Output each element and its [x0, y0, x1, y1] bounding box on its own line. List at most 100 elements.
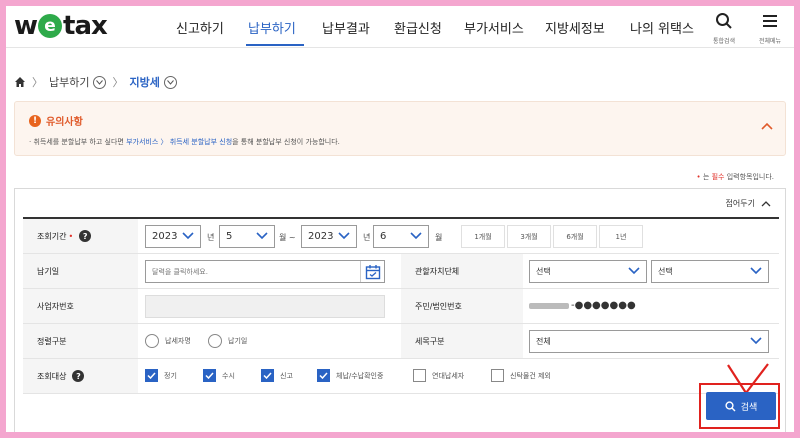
period-3month-button[interactable]: 3개월 — [507, 225, 551, 248]
notice-link-installment[interactable]: 부가서비스 〉 취득세 분할납부 신청 — [126, 138, 232, 146]
checkbox-checked[interactable] — [145, 369, 158, 382]
due-date-label: 납기일 — [23, 254, 138, 288]
tax-item-select[interactable]: 전체 — [529, 330, 769, 353]
chevron-down-icon — [628, 267, 640, 275]
resident-no-suffix: -●●●●●●● — [571, 300, 636, 311]
due-date-input[interactable]: 달력을 클릭하세요. — [145, 260, 385, 283]
target-check-regular[interactable]: 정기 — [145, 369, 177, 382]
jurisdiction-city-value: 선택 — [536, 267, 551, 276]
gnb-item-file[interactable]: 신고하기 — [176, 18, 224, 37]
radio-circle[interactable] — [145, 334, 159, 348]
target-label: 조회대상 ? — [23, 359, 138, 393]
search-button[interactable]: 검색 — [706, 392, 776, 420]
business-no-label: 사업자번호 — [23, 289, 138, 323]
chevron-down-icon — [410, 232, 422, 240]
breadcrumb-level2[interactable]: 지방세 — [129, 74, 159, 90]
target-check-occasional[interactable]: 수시 — [203, 369, 235, 382]
sort-radio-taxpayer[interactable]: 납세자명 — [145, 334, 191, 348]
masked-digits — [529, 302, 569, 309]
unit-month-tilde: 월 ~ — [279, 233, 296, 242]
warning-icon: ! — [29, 114, 41, 127]
period-1year-button[interactable]: 1년 — [599, 225, 643, 248]
tax-item-label: 세목구분 — [401, 324, 523, 358]
sort-row: 정렬구분 납세자명 납기일 세목구분 전체 — [23, 324, 779, 359]
chevron-up-icon — [761, 122, 773, 130]
checkbox-unchecked[interactable] — [491, 369, 504, 382]
help-icon[interactable]: ? — [79, 230, 92, 242]
to-month-value: 6 — [380, 231, 387, 242]
gnb-item-local-tax-info[interactable]: 지방세정보 — [545, 18, 605, 37]
chevron-down-icon — [256, 232, 268, 240]
calendar-icon — [365, 264, 380, 279]
to-year-value: 2023 — [308, 231, 334, 242]
to-year-select[interactable]: 2023 — [301, 225, 357, 248]
gnb-item-services[interactable]: 부가서비스 — [464, 18, 524, 37]
chevron-down-icon[interactable] — [93, 75, 107, 89]
calendar-button[interactable] — [360, 261, 384, 282]
help-icon[interactable]: ? — [72, 370, 85, 382]
checkbox-unchecked[interactable] — [413, 369, 426, 382]
period-row: 조회기간 • ? 2023 년 5 월 ~ 2023 년 6 월 1개월 3개월… — [23, 219, 779, 254]
from-year-select[interactable]: 2023 — [145, 225, 201, 248]
target-check-arrears[interactable]: 체납/수납확인중 — [317, 369, 383, 382]
radio-circle[interactable] — [208, 334, 222, 348]
period-1month-button[interactable]: 1개월 — [461, 225, 505, 248]
gnb-item-refund[interactable]: 환급신청 — [394, 18, 442, 37]
required-note: •• 는 는 필수 입력항목입니다. — [696, 173, 774, 181]
target-check-joint[interactable]: 연대납세자 — [413, 369, 464, 382]
collapse-notice-button[interactable] — [761, 115, 773, 134]
global-header: w e tax 신고하기 납부하기 납부결과 환급신청 부가서비스 지방세정보 … — [6, 6, 794, 48]
checkbox-checked[interactable] — [317, 369, 330, 382]
logo-e-mark: e — [38, 14, 63, 38]
target-row: 조회대상 ? 정기 수시 신고 체납/수납확인중 연대납세자 신탁물건 제외 — [23, 359, 779, 394]
target-check-report[interactable]: 신고 — [261, 369, 293, 382]
search-icon — [716, 13, 732, 29]
unified-search-label: 통합검색 — [712, 38, 736, 45]
from-month-select[interactable]: 5 — [219, 225, 275, 248]
wetax-logo[interactable]: w e tax — [14, 10, 108, 42]
to-month-select[interactable]: 6 — [373, 225, 429, 248]
gnb-item-pay[interactable]: 납부하기 — [248, 18, 296, 37]
period-6month-button[interactable]: 6개월 — [553, 225, 597, 248]
tax-item-value: 전체 — [536, 337, 551, 346]
notice-text: · 취득세를 분할납부 하고 싶다면 부가서비스 〉 취득세 분할납부 신청을 … — [29, 137, 340, 147]
target-check-trust-exclude[interactable]: 신탁물건 제외 — [491, 369, 551, 382]
search-button-label: 검색 — [740, 402, 758, 413]
gnb-item-pay-result[interactable]: 납부결과 — [322, 18, 370, 37]
page-frame: w e tax 신고하기 납부하기 납부결과 환급신청 부가서비스 지방세정보 … — [6, 6, 794, 432]
sort-label: 정렬구분 — [23, 324, 138, 358]
checkbox-checked[interactable] — [261, 369, 274, 382]
unit-year: 년 — [363, 233, 371, 242]
home-icon[interactable] — [14, 76, 26, 88]
business-no-row: 사업자번호 주민/법인번호 -●●●●●●● — [23, 289, 779, 324]
required-word: 필수 — [711, 173, 725, 181]
from-month-value: 5 — [226, 231, 233, 242]
fold-button[interactable]: 접어두기 — [726, 198, 771, 209]
all-menu-button[interactable]: 전체메뉴 — [750, 12, 790, 45]
target-check-label: 정기 — [164, 371, 177, 380]
resident-no-value: -●●●●●●● — [529, 300, 636, 311]
gnb-item-my-wetax[interactable]: 나의 위택스 — [630, 18, 694, 37]
notice-title: ! 유의사항 — [29, 113, 83, 128]
target-check-label: 신탁물건 제외 — [510, 371, 551, 380]
gnb-active-indicator — [246, 44, 304, 46]
checkbox-checked[interactable] — [203, 369, 216, 382]
jurisdiction-city-select[interactable]: 선택 — [529, 260, 647, 283]
fold-label: 접어두기 — [725, 199, 755, 208]
chevron-down-icon — [750, 337, 762, 345]
chevron-down-icon — [750, 267, 762, 275]
jurisdiction-district-value: 선택 — [658, 267, 673, 276]
target-label-text: 조회대상 — [37, 371, 67, 381]
breadcrumb-level1[interactable]: 납부하기 — [49, 74, 89, 90]
notice-title-text: 유의사항 — [46, 117, 83, 128]
sort-radio-due-date[interactable]: 납기일 — [208, 334, 247, 348]
chevron-up-icon — [761, 200, 771, 206]
unit-month: 월 — [435, 233, 443, 242]
due-date-row: 납기일 달력을 클릭하세요. 관할자치단체 선택 선택 — [23, 254, 779, 289]
notice-box: ! 유의사항 · 취득세를 분할납부 하고 싶다면 부가서비스 〉 취득세 분할… — [14, 101, 786, 156]
jurisdiction-district-select[interactable]: 선택 — [651, 260, 769, 283]
chevron-down-icon[interactable] — [163, 75, 177, 89]
unified-search-button[interactable]: 통합검색 — [704, 12, 744, 45]
breadcrumb-separator: 〉 — [32, 76, 43, 89]
from-year-value: 2023 — [152, 231, 178, 242]
